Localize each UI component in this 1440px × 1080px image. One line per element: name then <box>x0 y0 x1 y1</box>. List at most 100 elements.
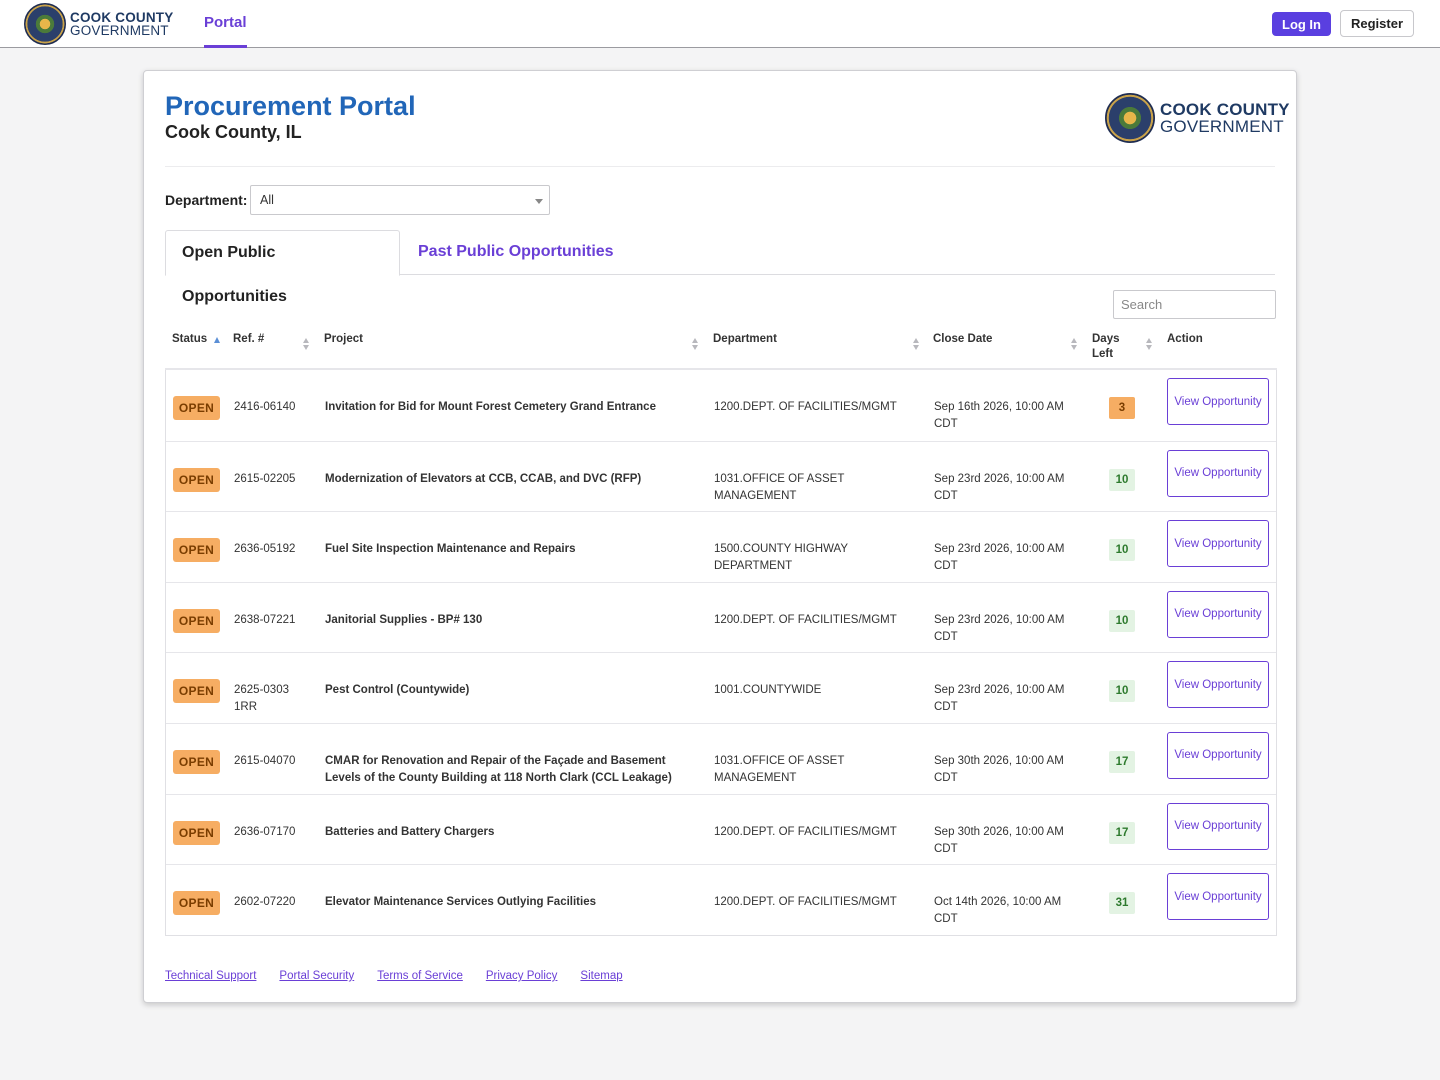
ref-number: 2636-07170 <box>234 825 296 838</box>
page-title: Procurement Portal <box>165 91 416 121</box>
department-name: 1500.COUNTY HIGHWAY DEPARTMENT <box>714 543 848 573</box>
column-header-close-date[interactable]: Close Date <box>933 332 992 347</box>
footer-link-sitemap[interactable]: Sitemap <box>580 970 622 982</box>
brand-logo[interactable]: COOK COUNTY GOVERNMENT <box>24 3 173 45</box>
ref-number: 2638-07221 <box>234 613 296 626</box>
days-left-badge: 17 <box>1109 821 1135 844</box>
days-left-badge: 10 <box>1109 468 1135 491</box>
close-date: Sep 30th 2026, 10:00 AM CDT <box>934 754 1064 784</box>
table-row: OPEN 2416-06140 Invitation for Bid for M… <box>166 370 1276 441</box>
department-label: Department: <box>165 192 248 208</box>
column-header-status[interactable]: Status <box>172 332 207 347</box>
days-left-badge: 3 <box>1109 397 1135 419</box>
sort-icon[interactable] <box>1146 338 1153 350</box>
footer-link-terms-of-service[interactable]: Terms of Service <box>377 970 463 982</box>
close-date: Sep 16th 2026, 10:00 AM CDT <box>934 401 1064 430</box>
days-left-badge: 17 <box>1109 750 1135 773</box>
status-badge: OPEN <box>173 749 220 774</box>
project-name: Janitorial Supplies - BP# 130 <box>325 613 483 626</box>
table-row: OPEN 2636-07170 Batteries and Battery Ch… <box>166 793 1276 865</box>
column-header-project[interactable]: Project <box>324 332 363 347</box>
project-name: Batteries and Battery Chargers <box>325 825 495 838</box>
view-opportunity-button[interactable]: View Opportunity <box>1167 802 1269 850</box>
days-left-badge: 31 <box>1109 892 1135 915</box>
department-name: 1031.OFFICE OF ASSET MANAGEMENT <box>714 472 845 502</box>
column-header-action: Action <box>1167 333 1203 345</box>
column-header-department[interactable]: Department <box>713 332 777 347</box>
login-button[interactable]: Log In <box>1272 12 1331 36</box>
project-name: Elevator Maintenance Services Outlying F… <box>325 896 596 909</box>
department-name: 1200.DEPT. OF FACILITIES/MGMT <box>714 896 897 909</box>
view-opportunity-button[interactable]: View Opportunity <box>1167 873 1269 921</box>
status-badge: OPEN <box>173 820 220 845</box>
page-subtitle: Cook County, IL <box>165 122 302 142</box>
county-seal-icon <box>1105 93 1155 143</box>
department-name: 1200.DEPT. OF FACILITIES/MGMT <box>714 825 897 838</box>
ref-number: 2625-03031RR <box>234 684 289 714</box>
view-opportunity-button[interactable]: View Opportunity <box>1167 590 1269 638</box>
ref-number: 2602-07220 <box>234 896 296 909</box>
tab-open-opportunities[interactable]: Open Public Opportunities <box>165 230 400 305</box>
table-row: OPEN 2615-02205 Modernization of Elevato… <box>166 440 1276 512</box>
days-left-badge: 10 <box>1109 680 1135 703</box>
opportunity-tabs: Open Public Opportunities Past Public Op… <box>165 230 1275 305</box>
view-opportunity-button[interactable]: View Opportunity <box>1167 449 1269 497</box>
view-opportunity-button[interactable]: View Opportunity <box>1167 378 1269 425</box>
close-date: Sep 23rd 2026, 10:00 AM CDT <box>934 613 1065 643</box>
status-badge: OPEN <box>173 891 220 916</box>
main-card: Procurement Portal Cook County, IL COOK … <box>143 70 1297 1003</box>
department-select[interactable]: All <box>250 185 550 215</box>
status-badge: OPEN <box>173 538 220 563</box>
sort-icon[interactable] <box>303 338 310 350</box>
tab-past-opportunities[interactable]: Past Public Opportunities <box>402 230 630 275</box>
department-name: 1001.COUNTYWIDE <box>714 684 822 697</box>
view-opportunity-button[interactable]: View Opportunity <box>1167 661 1269 709</box>
department-name: 1200.DEPT. OF FACILITIES/MGMT <box>714 613 897 626</box>
status-badge: OPEN <box>173 467 220 492</box>
department-name: 1031.OFFICE OF ASSET MANAGEMENT <box>714 754 845 784</box>
footer-link-technical-support[interactable]: Technical Support <box>165 970 256 982</box>
sort-icon[interactable] <box>913 338 920 350</box>
ref-number: 2636-05192 <box>234 543 296 556</box>
table-header: Status Ref. # Project Department Close D… <box>165 330 1277 370</box>
ref-number: 2416-06140 <box>234 401 296 413</box>
brand-line2: GOVERNMENT <box>70 23 169 38</box>
sort-icon[interactable] <box>1071 338 1078 350</box>
status-badge: OPEN <box>173 396 220 420</box>
table-row: OPEN 2638-07221 Janitorial Supplies - BP… <box>166 581 1276 653</box>
department-select-value: All <box>260 193 274 207</box>
register-button[interactable]: Register <box>1340 10 1414 37</box>
view-opportunity-button[interactable]: View Opportunity <box>1167 731 1269 779</box>
status-badge: OPEN <box>173 679 220 704</box>
view-opportunity-button[interactable]: View Opportunity <box>1167 520 1269 568</box>
ref-number: 2615-02205 <box>234 472 296 485</box>
ref-number: 2615-04070 <box>234 754 296 767</box>
column-header-ref[interactable]: Ref. # <box>233 332 264 347</box>
footer-link-privacy-policy[interactable]: Privacy Policy <box>486 970 558 982</box>
sort-asc-icon[interactable] <box>214 337 220 343</box>
table-row: OPEN 2602-07220 Elevator Maintenance Ser… <box>166 864 1276 935</box>
days-left-badge: 10 <box>1109 609 1135 632</box>
search-input[interactable] <box>1113 290 1276 319</box>
status-badge: OPEN <box>173 608 220 633</box>
days-left-badge: 10 <box>1109 539 1135 562</box>
project-name: Fuel Site Inspection Maintenance and Rep… <box>325 543 576 556</box>
footer-link-portal-security[interactable]: Portal Security <box>279 970 354 982</box>
department-name: 1200.DEPT. OF FACILITIES/MGMT <box>714 401 897 413</box>
chevron-down-icon <box>535 199 543 204</box>
table-row: OPEN 2636-05192 Fuel Site Inspection Mai… <box>166 511 1276 582</box>
project-name: CMAR for Renovation and Repair of the Fa… <box>325 754 672 784</box>
close-date: Sep 30th 2026, 10:00 AM CDT <box>934 825 1064 855</box>
project-name: Pest Control (Countywide) <box>325 684 470 697</box>
footer-links: Technical Support Portal Security Terms … <box>165 970 646 982</box>
card-brand-line1: COOK COUNTY <box>1160 100 1290 119</box>
close-date: Oct 14th 2026, 10:00 AM CDT <box>934 896 1062 926</box>
column-header-days-left[interactable]: Days Left <box>1092 332 1126 362</box>
table-row: OPEN 2615-04070 CMAR for Renovation and … <box>166 722 1276 794</box>
sort-icon[interactable] <box>692 338 699 350</box>
county-seal-icon <box>24 3 66 45</box>
nav-portal-link[interactable]: Portal <box>204 0 247 48</box>
project-name: Modernization of Elevators at CCB, CCAB,… <box>325 472 642 485</box>
card-brand-line2: GOVERNMENT <box>1160 117 1284 136</box>
top-navbar: COOK COUNTY GOVERNMENT Portal Log In Reg… <box>0 0 1440 48</box>
